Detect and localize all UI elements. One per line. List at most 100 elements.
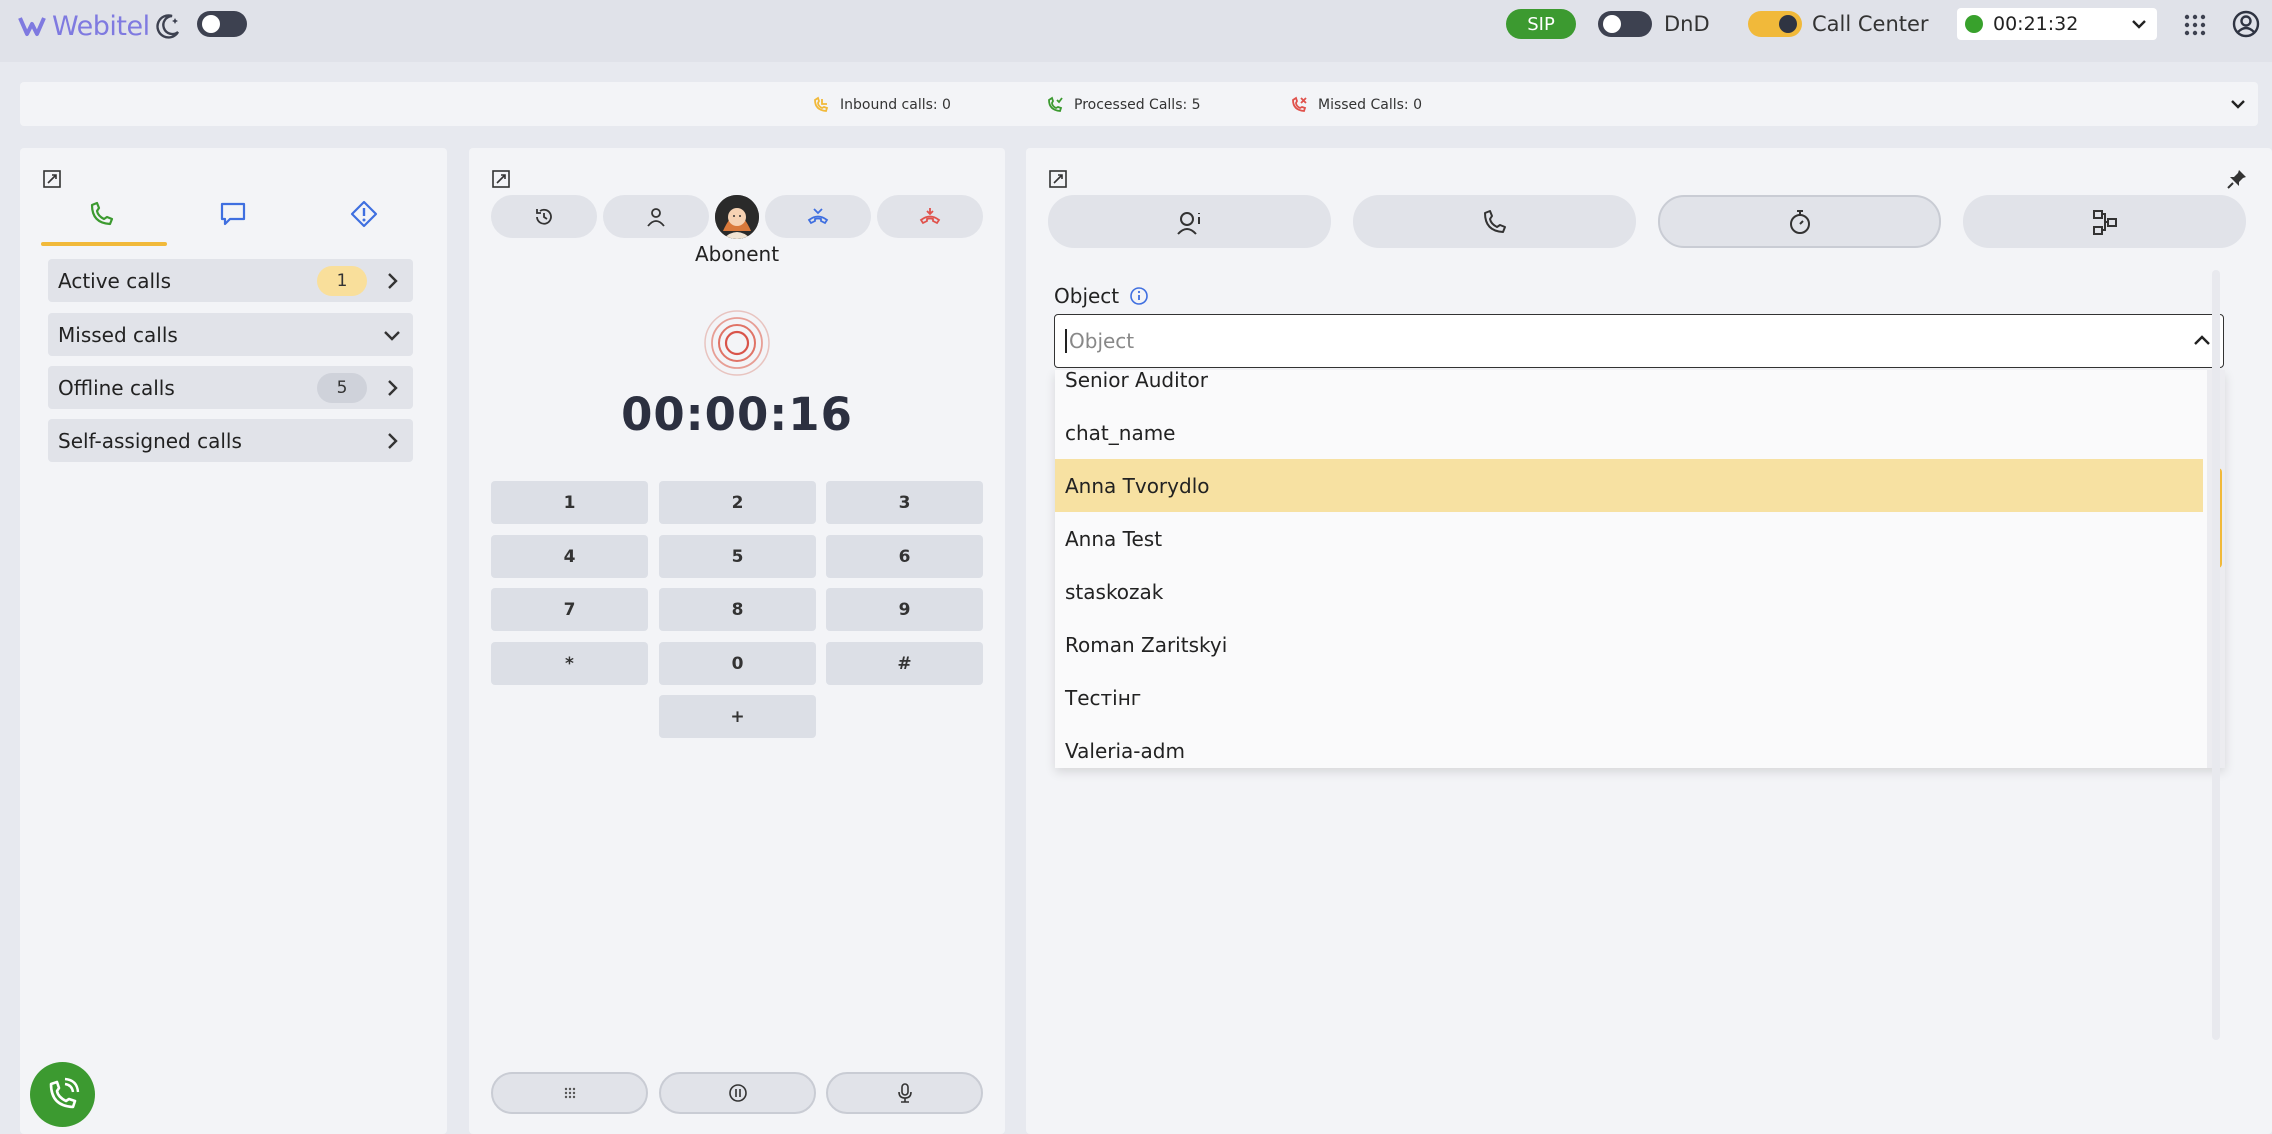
chevron-right-icon	[388, 432, 398, 449]
call-active-pulse-icon	[704, 310, 770, 376]
keypad-8[interactable]: 8	[659, 588, 816, 631]
object-field-label: Object	[1054, 284, 1149, 308]
inbound-call-icon	[814, 96, 829, 112]
dropdown-option[interactable]: Senior Auditor	[1055, 370, 2203, 406]
dropdown-option[interactable]: Roman Zaritskyi	[1055, 618, 2203, 671]
inbound-calls-stat: Inbound calls: 0	[812, 96, 951, 114]
phone-fab-button[interactable]	[30, 1062, 95, 1127]
count-badge: 1	[317, 265, 367, 296]
keypad-hash[interactable]: #	[826, 642, 983, 685]
tab-call[interactable]	[1353, 195, 1636, 248]
tab-tasks[interactable]	[344, 194, 384, 234]
dropdown-option[interactable]: chat_name	[1055, 406, 2203, 459]
caller-avatar	[715, 195, 759, 239]
keypad-plus[interactable]: +	[659, 695, 816, 738]
status-dot	[1965, 15, 1983, 33]
contact-button[interactable]	[603, 195, 709, 238]
keypad-star[interactable]: *	[491, 642, 648, 685]
dialpad-toggle-button[interactable]	[491, 1072, 648, 1114]
keypad-6[interactable]: 6	[826, 535, 983, 578]
keypad-4[interactable]: 4	[491, 535, 648, 578]
dropdown-option-highlighted[interactable]: Anna Tvorydlo	[1055, 459, 2203, 512]
count-badge: 5	[317, 372, 367, 403]
dark-mode-toggle[interactable]	[197, 11, 247, 37]
dropdown-option[interactable]: Тестінг	[1055, 671, 2203, 724]
dropdown-option[interactable]: Valeria-adm	[1055, 724, 2203, 768]
alert-diamond-icon	[350, 200, 378, 228]
mute-button[interactable]	[826, 1072, 983, 1114]
tab-calls[interactable]	[82, 194, 122, 234]
queue-label: Offline calls	[58, 375, 175, 400]
keypad-3[interactable]: 3	[826, 481, 983, 524]
hold-button[interactable]	[659, 1072, 816, 1114]
top-header: Webitel SIP DnD Call Center 00:21:32	[0, 0, 2272, 62]
queue-panel: Active calls 1 Missed calls Offline call…	[20, 148, 447, 1134]
apps-grid-icon[interactable]	[2184, 14, 2206, 36]
dropdown-option[interactable]: staskozak	[1055, 565, 2203, 618]
object-label-text: Object	[1054, 284, 1120, 308]
object-search-input[interactable]: Object	[1065, 329, 2191, 353]
info-icon[interactable]	[1129, 286, 1149, 306]
phone-ringing-icon	[49, 1077, 79, 1108]
expand-icon[interactable]	[42, 169, 62, 189]
keypad-0[interactable]: 0	[659, 642, 816, 685]
avatar-image	[715, 195, 759, 239]
phone-icon	[1483, 209, 1506, 233]
logo-text: Webitel	[52, 10, 150, 42]
call-duration: 00:00:16	[621, 388, 853, 441]
keypad-7[interactable]: 7	[491, 588, 648, 631]
dialpad-icon	[564, 1087, 575, 1099]
active-tab-indicator	[41, 242, 167, 246]
missed-call-icon	[1292, 96, 1307, 112]
user-account-icon[interactable]	[2232, 10, 2260, 38]
status-timer: 00:21:32	[1993, 13, 2079, 35]
call-history-button[interactable]	[491, 195, 597, 238]
expand-icon[interactable]	[1048, 169, 1068, 189]
dnd-label: DnD	[1664, 12, 1710, 36]
queue-offline-calls[interactable]: Offline calls 5	[48, 366, 413, 409]
call-panel: Abonent 00:00:16 1 2 3 4 5 6 7 8 9 * 0 #…	[469, 148, 1005, 1134]
queue-label: Active calls	[58, 268, 172, 293]
chat-bubble-icon	[220, 202, 246, 226]
phone-icon	[90, 201, 114, 226]
keypad-2[interactable]: 2	[659, 481, 816, 524]
transfer-call-icon	[807, 207, 829, 224]
webitel-logo-icon	[18, 17, 46, 36]
queue-active-calls[interactable]: Active calls 1	[48, 259, 413, 302]
tab-chats[interactable]	[213, 194, 253, 234]
end-call-button[interactable]	[877, 195, 983, 238]
expand-icon[interactable]	[491, 169, 511, 189]
object-dropdown-list: Senior Auditor chat_name Anna Tvorydlo A…	[1055, 370, 2225, 768]
processed-calls-text: Processed Calls: 5	[1074, 97, 1201, 113]
pin-icon[interactable]	[2226, 168, 2248, 190]
dnd-toggle[interactable]	[1598, 11, 1652, 37]
contact-name: Abonent	[694, 242, 780, 266]
pause-icon	[728, 1084, 747, 1102]
chevron-right-icon	[388, 379, 398, 396]
call-center-label: Call Center	[1812, 12, 1929, 36]
object-select[interactable]: Object	[1054, 314, 2224, 368]
agent-status-select[interactable]: 00:21:32	[1957, 8, 2157, 40]
chevron-down-icon	[384, 330, 400, 341]
dropdown-option[interactable]: Anna Test	[1055, 512, 2203, 565]
call-center-toggle[interactable]	[1748, 11, 1802, 37]
flow-diagram-icon	[2092, 209, 2117, 235]
inbound-calls-text: Inbound calls: 0	[840, 97, 951, 113]
keypad-9[interactable]: 9	[826, 588, 983, 631]
queue-self-assigned-calls[interactable]: Self-assigned calls	[48, 419, 413, 462]
missed-calls-stat: Missed Calls: 0	[1290, 96, 1422, 114]
tab-flow[interactable]	[1963, 195, 2246, 248]
chevron-up-icon	[2194, 335, 2210, 345]
stopwatch-icon	[1789, 209, 1810, 234]
webitel-logo[interactable]: Webitel	[18, 10, 150, 42]
moon-icon	[156, 14, 180, 39]
tab-postprocessing[interactable]	[1658, 195, 1941, 248]
panel-scrollbar[interactable]	[2212, 270, 2220, 1040]
workspace-panel: Object Object Senior Auditor chat_name A…	[1026, 148, 2272, 1134]
keypad-5[interactable]: 5	[659, 535, 816, 578]
queue-missed-calls[interactable]: Missed calls	[48, 313, 413, 356]
chevron-down-icon[interactable]	[2228, 94, 2248, 114]
tab-contact-info[interactable]	[1048, 195, 1331, 248]
keypad-1[interactable]: 1	[491, 481, 648, 524]
transfer-call-button[interactable]	[765, 195, 871, 238]
